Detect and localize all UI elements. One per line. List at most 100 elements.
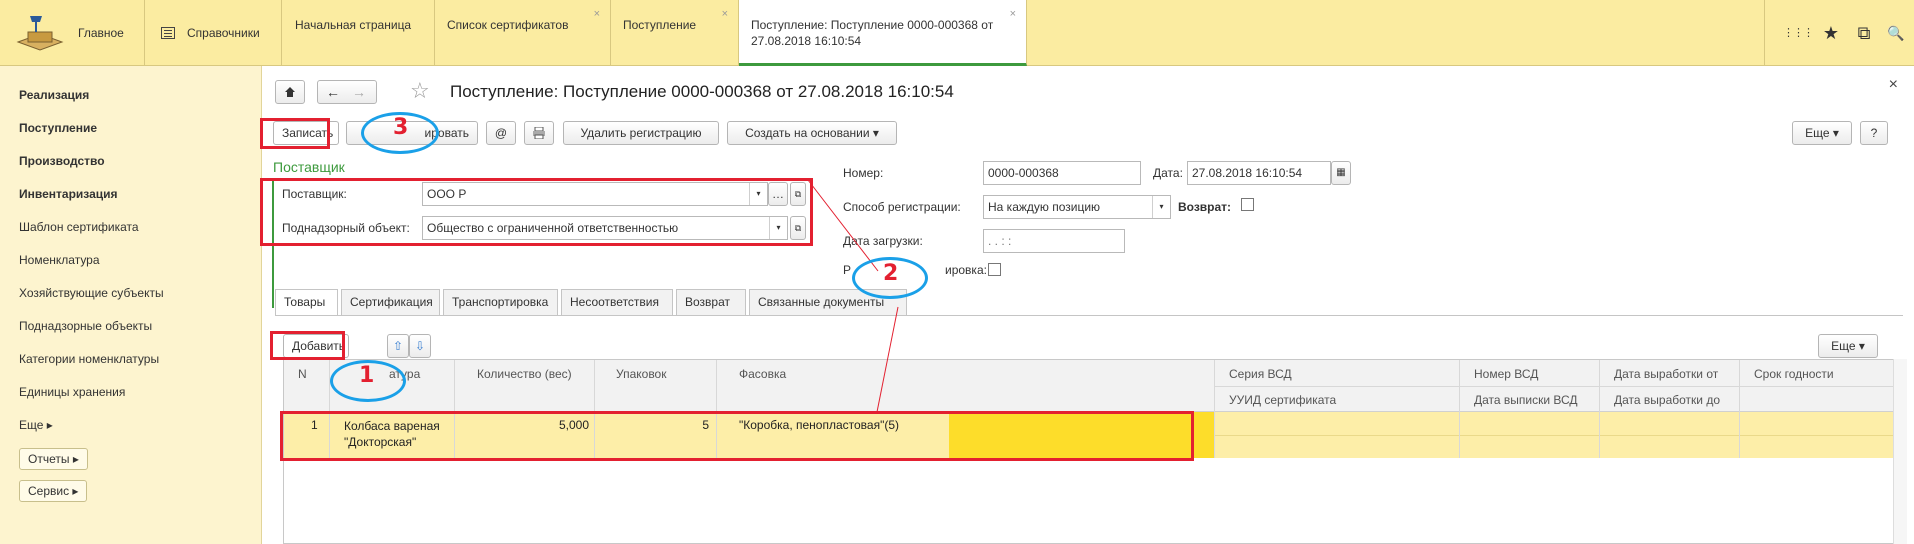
close-icon[interactable]: × xyxy=(722,6,728,22)
help-button[interactable]: ? xyxy=(1860,121,1888,145)
partial-label-left: Р xyxy=(843,263,852,277)
home-label[interactable]: Главное xyxy=(78,26,124,40)
tab-certificate-list[interactable]: Список сертификатов × xyxy=(435,0,611,66)
sidebar-item-sales[interactable]: Реализация xyxy=(19,88,89,102)
date-label: Дата: xyxy=(1153,166,1183,180)
top-bar: Главное Справочники Начальная страница С… xyxy=(0,0,1914,66)
col-sep xyxy=(1459,360,1460,458)
row-split xyxy=(1214,435,1893,436)
sidebar-item-receipts[interactable]: Поступление xyxy=(19,121,97,135)
top-right-tools: ⋮⋮⋮ ★ ⧉ 🔍 xyxy=(1764,0,1914,66)
col-header-n[interactable]: N xyxy=(298,367,307,381)
return-label: Возврат: xyxy=(1178,200,1232,214)
col-header-shelf-life[interactable]: Срок годности xyxy=(1754,367,1834,381)
annotation-number-3: 3 xyxy=(393,115,409,140)
annotation-box-write xyxy=(260,118,330,149)
col-header-prod-date-to[interactable]: Дата выработки до xyxy=(1614,393,1720,407)
favorite-star-icon[interactable]: ☆ xyxy=(410,78,430,104)
home-icon xyxy=(285,87,295,97)
tab-label: Поступление: Поступление 0000-000368 от … xyxy=(751,18,994,48)
sidebar-item-storage-units[interactable]: Единицы хранения xyxy=(19,385,125,399)
annotation-box-row xyxy=(280,411,1194,461)
sidebar-item-production[interactable]: Производство xyxy=(19,154,105,168)
table-scrollbar[interactable] xyxy=(1893,359,1907,544)
tab-receipt-doc[interactable]: Поступление: Поступление 0000-000368 от … xyxy=(739,0,1027,66)
number-field[interactable]: 0000-000368 xyxy=(983,161,1141,185)
home-logo-icon xyxy=(16,16,64,51)
reg-method-value: На каждую позицию xyxy=(988,200,1101,214)
nav-arrows: ← → xyxy=(317,80,377,104)
col-header-packs[interactable]: Упаковок xyxy=(616,367,666,381)
sidebar-item-nomenclature[interactable]: Номенклатура xyxy=(19,253,100,267)
service-button[interactable]: Сервис ▸ xyxy=(19,480,88,502)
partial-checkbox[interactable] xyxy=(988,263,1001,276)
col-header-vsd-issue-date[interactable]: Дата выписки ВСД xyxy=(1474,393,1578,407)
forward-icon[interactable]: → xyxy=(352,81,366,103)
sidebar-item-supervised-objects[interactable]: Поднадзорные объекты xyxy=(19,319,152,333)
email-button[interactable]: @ xyxy=(486,121,516,145)
date-field[interactable]: 27.08.2018 16:10:54 xyxy=(1187,161,1331,185)
move-down-icon[interactable]: ⇩ xyxy=(409,334,431,358)
tab-label: Поступление xyxy=(623,18,697,32)
move-up-icon[interactable]: ⇧ xyxy=(387,334,409,358)
form-close-icon[interactable]: × xyxy=(1889,76,1898,94)
return-checkbox[interactable] xyxy=(1241,198,1254,211)
header-split xyxy=(1214,386,1893,387)
reg-method-field[interactable]: На каждую позицию ▾ xyxy=(983,195,1171,219)
col-header-prod-date-from[interactable]: Дата выработки от xyxy=(1614,367,1718,381)
sidebar-item-cert-template[interactable]: Шаблон сертификата xyxy=(19,220,139,234)
col-sep xyxy=(1599,360,1600,458)
tab-home-page[interactable]: Начальная страница xyxy=(283,0,435,66)
close-icon[interactable]: × xyxy=(1010,6,1016,22)
annotation-box-supplier xyxy=(260,178,813,246)
tab-label: Начальная страница xyxy=(295,18,412,32)
close-icon[interactable]: × xyxy=(594,6,600,22)
list-icon xyxy=(161,27,175,39)
star-icon[interactable]: ★ xyxy=(1820,22,1842,44)
tab-label: Список сертификатов xyxy=(447,18,569,32)
delete-registration-button[interactable]: Удалить регистрацию xyxy=(563,121,719,145)
tab-inconsistencies[interactable]: Несоответствия xyxy=(561,289,673,315)
tab-certification[interactable]: Сертификация xyxy=(341,289,440,315)
annotation-number-1: 1 xyxy=(359,363,375,388)
load-date-value: . . : : xyxy=(988,234,1012,248)
create-based-on-button[interactable]: Создать на основании ▾ xyxy=(727,121,897,145)
sidebar-item-inventory[interactable]: Инвентаризация xyxy=(19,187,118,201)
table-more-button[interactable]: Еще ▾ xyxy=(1818,334,1878,358)
tab-transport[interactable]: Транспортировка xyxy=(443,289,558,315)
printer-button[interactable] xyxy=(524,121,554,145)
col-header-packing[interactable]: Фасовка xyxy=(739,367,786,381)
col-header-vsd-number[interactable]: Номер ВСД xyxy=(1474,367,1538,381)
tabs-baseline xyxy=(275,315,1903,316)
partial-label-right: ировка: xyxy=(945,263,987,277)
load-date-field[interactable]: . . : : xyxy=(983,229,1125,253)
history-icon[interactable]: ⧉ xyxy=(1853,22,1875,44)
printer-icon xyxy=(533,126,545,140)
sidebar-item-business-entities[interactable]: Хозяйствующие субъекты xyxy=(19,286,164,300)
home-section[interactable]: Главное xyxy=(0,0,145,66)
references-label[interactable]: Справочники xyxy=(187,26,260,40)
col-header-cert-uuid[interactable]: УУИД сертификата xyxy=(1229,393,1336,407)
sidebar-item-nomenclature-categories[interactable]: Категории номенклатуры xyxy=(19,352,159,366)
reports-button[interactable]: Отчеты ▸ xyxy=(19,448,88,470)
col-sep xyxy=(1739,360,1740,458)
sidebar-item-more[interactable]: Еще ▸ xyxy=(19,418,53,432)
dropdown-icon[interactable]: ▾ xyxy=(1152,196,1170,218)
col-header-vsd-series[interactable]: Серия ВСД xyxy=(1229,367,1292,381)
document-form: ← → ☆ Поступление: Поступление 0000-0003… xyxy=(260,66,1914,544)
number-label: Номер: xyxy=(843,166,884,180)
apps-grid-icon[interactable]: ⋮⋮⋮ xyxy=(1783,22,1814,44)
references-section[interactable]: Справочники xyxy=(145,0,282,66)
search-icon[interactable]: 🔍 xyxy=(1885,22,1907,44)
tab-goods[interactable]: Товары xyxy=(275,289,338,316)
form-title: Поступление: Поступление 0000-000368 от … xyxy=(450,82,954,101)
annotation-box-add xyxy=(270,331,345,360)
number-value: 0000-000368 xyxy=(988,166,1059,180)
more-button[interactable]: Еще ▾ xyxy=(1792,121,1852,145)
col-header-quantity[interactable]: Количество (вес) xyxy=(477,367,572,381)
home-button[interactable] xyxy=(275,80,305,104)
back-icon[interactable]: ← xyxy=(326,81,340,103)
calendar-icon[interactable]: ▦ xyxy=(1331,161,1351,185)
tab-receipts[interactable]: Поступление × xyxy=(611,0,739,66)
tab-return[interactable]: Возврат xyxy=(676,289,746,315)
